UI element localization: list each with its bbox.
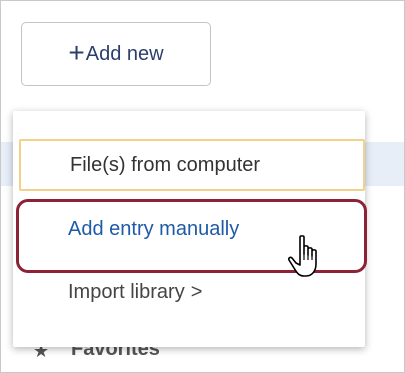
plus-icon: + [68,37,85,68]
chevron-right-icon: > [190,280,203,303]
menu-item-label: File(s) from computer [70,153,261,176]
hand-pointer-cursor-icon [287,235,317,277]
menu-item-files-from-computer[interactable]: File(s) from computer [19,139,365,191]
menu-item-label: Import library [68,280,185,303]
menu-item-label: Add entry manually [68,217,240,240]
add-new-label: Add new [85,42,164,65]
add-new-button[interactable]: + Add new [21,22,211,86]
app-panel: + Add new ★ Favorites File(s) from compu… [0,0,405,373]
add-new-dropdown-menu: File(s) from computer Add entry manually… [13,111,365,347]
